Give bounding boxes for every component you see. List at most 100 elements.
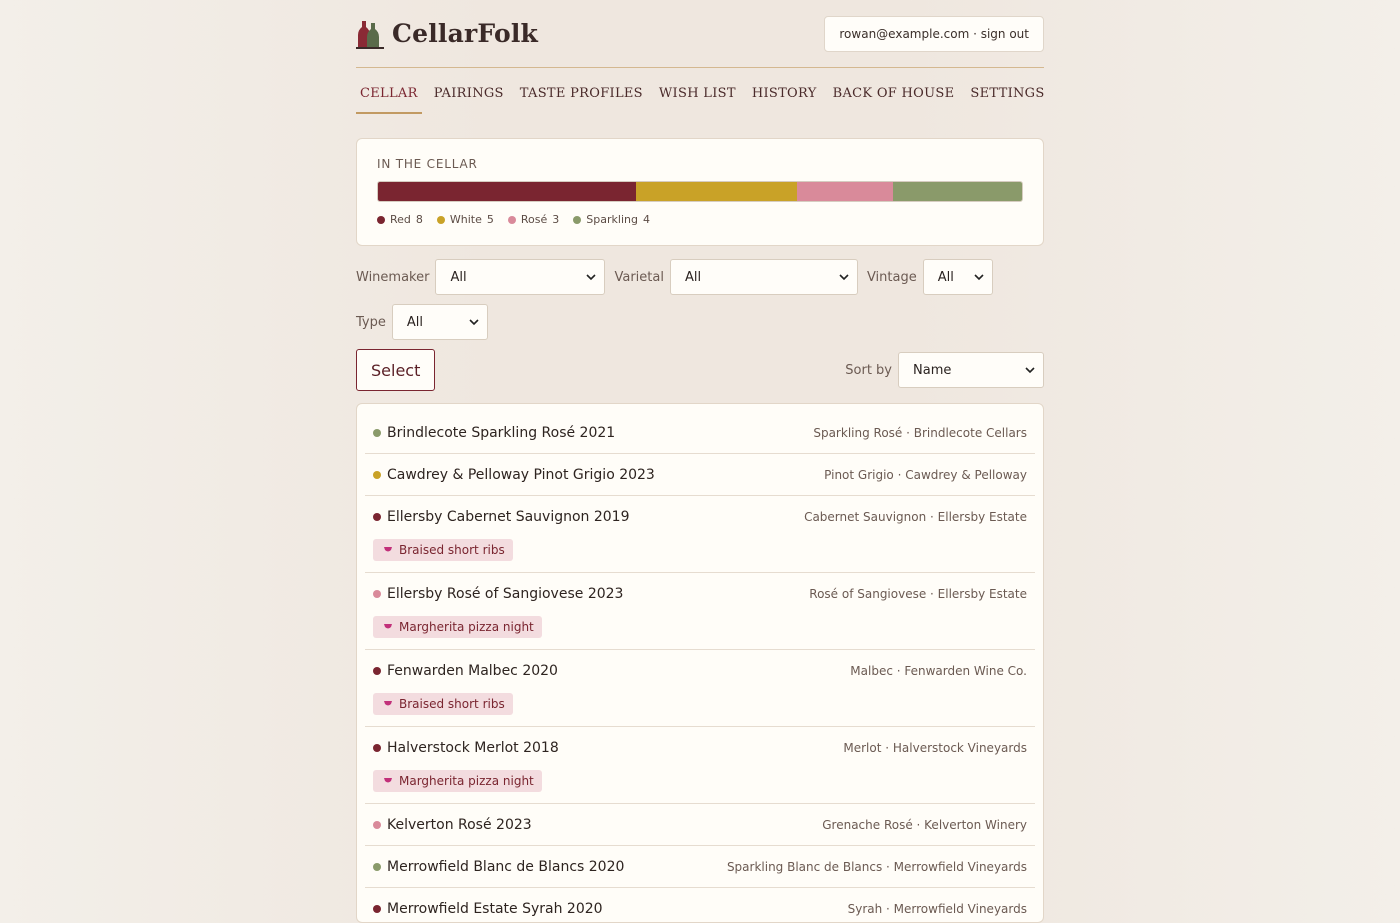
sort-label: Sort by	[845, 362, 892, 378]
type-select[interactable]: All	[391, 304, 488, 340]
legend-label: Sparkling	[586, 213, 638, 226]
legend-count: 5	[486, 213, 494, 226]
wine-glass-icon	[384, 547, 392, 552]
varietal-label: Varietal	[614, 269, 664, 285]
wine-bottles-logo-icon	[356, 20, 384, 49]
chevron-down-icon	[974, 274, 984, 281]
wine-meta: Rosé of Sangiovese · Ellersby Estate	[809, 586, 1027, 601]
wine-row[interactable]: Ellersby Rosé of Sangiovese 2023 Rosé of …	[365, 573, 1035, 650]
wine-name-text: Ellersby Cabernet Sauvignon 2019	[387, 508, 630, 525]
winemaker-value: All	[450, 269, 467, 285]
wine-name-text: Brindlecote Sparkling Rosé 2021	[387, 424, 616, 441]
pairing-tag[interactable]: Margherita pizza night	[373, 616, 542, 638]
wine-type-dot	[373, 512, 381, 521]
legend-item: Rosé 3	[507, 213, 560, 226]
legend-item: Red 8	[377, 213, 423, 226]
header: CellarFolk rowan@example.com · sign out	[356, 0, 1044, 68]
pairing-tag-wrap: Margherita pizza night	[373, 768, 1027, 803]
vintage-select[interactable]: All	[922, 259, 993, 295]
wine-name: Kelverton Rosé 2023	[373, 817, 532, 833]
wine-row-header: Ellersby Rosé of Sangiovese 2023 Rosé of …	[373, 573, 1027, 614]
tab-wish-list[interactable]: WISH LIST	[655, 86, 740, 114]
chevron-down-icon	[469, 319, 479, 326]
tab-pairings[interactable]: PAIRINGS	[430, 86, 508, 114]
wine-type-dot	[373, 428, 381, 437]
account-signout-button[interactable]: rowan@example.com · sign out	[824, 15, 1044, 52]
tab-taste-profiles[interactable]: TASTE PROFILES	[516, 86, 647, 114]
chevron-down-icon	[586, 274, 597, 281]
wine-type-dot	[373, 904, 381, 913]
wine-name-text: Ellersby Rosé of Sangiovese 2023	[387, 585, 624, 602]
pairing-tag-label: Margherita pizza night	[399, 620, 534, 634]
pairing-tag-label: Braised short ribs	[399, 697, 505, 711]
wine-name: Halverstock Merlot 2018	[373, 740, 559, 756]
sort-value: Name	[913, 362, 952, 378]
vintage-label: Vintage	[866, 269, 917, 285]
wine-type-dot	[373, 589, 381, 598]
sort-control: Sort by Name	[845, 352, 1044, 388]
legend-count: 3	[552, 213, 560, 226]
cellar-page: CellarFolk rowan@example.com · sign out …	[356, 0, 1044, 923]
wine-row-header: Fenwarden Malbec 2020 Malbec · Fenwarden …	[373, 650, 1027, 691]
pairing-tag[interactable]: Margherita pizza night	[373, 770, 542, 792]
legend-count: 4	[642, 213, 650, 226]
wine-name-text: Fenwarden Malbec 2020	[387, 662, 558, 679]
wine-row[interactable]: Merrowfield Estate Syrah 2020 Syrah · Mer…	[365, 888, 1035, 922]
wine-name: Merrowfield Estate Syrah 2020	[373, 901, 603, 917]
tab-settings[interactable]: SETTINGS	[966, 86, 1048, 114]
wine-name: Fenwarden Malbec 2020	[373, 663, 558, 679]
wine-name: Cawdrey & Pelloway Pinot Grigio 2023	[373, 467, 655, 483]
tab-history[interactable]: HISTORY	[748, 86, 821, 114]
list-actions: Select Sort by Name	[356, 349, 1044, 391]
wine-row-header: Merrowfield Blanc de Blancs 2020 Sparklin…	[373, 846, 1027, 887]
wine-name-text: Halverstock Merlot 2018	[387, 739, 559, 756]
wine-name-text: Cawdrey & Pelloway Pinot Grigio 2023	[387, 466, 655, 483]
winemaker-label: Winemaker	[356, 269, 430, 285]
wine-name-text: Merrowfield Estate Syrah 2020	[387, 900, 603, 917]
pairing-tag-label: Braised short ribs	[399, 543, 505, 557]
wine-glass-icon	[384, 624, 392, 629]
wine-row[interactable]: Halverstock Merlot 2018 Merlot · Halverst…	[365, 727, 1035, 804]
pairing-tag[interactable]: Braised short ribs	[373, 539, 513, 561]
wine-meta: Malbec · Fenwarden Wine Co.	[850, 663, 1027, 678]
wine-meta: Merlot · Halverstock Vineyards	[843, 740, 1027, 755]
legend-dot	[507, 215, 516, 224]
sort-select[interactable]: Name	[898, 352, 1044, 388]
varietal-select[interactable]: All	[669, 259, 858, 295]
wine-type-dot	[373, 470, 381, 479]
legend-count: 8	[415, 213, 423, 226]
cellar-summary: IN THE CELLAR Red 8 White 5 Rosé 3 Sparkling 4	[356, 138, 1044, 246]
wine-name: Ellersby Rosé of Sangiovese 2023	[373, 586, 623, 602]
summary-title: IN THE CELLAR	[377, 157, 478, 171]
wine-row[interactable]: Brindlecote Sparkling Rosé 2021 Sparkling…	[365, 412, 1035, 454]
wine-meta: Pinot Grigio · Cawdrey & Pelloway	[824, 467, 1027, 482]
wine-row[interactable]: Cawdrey & Pelloway Pinot Grigio 2023 Pino…	[365, 454, 1035, 496]
wine-name-text: Merrowfield Blanc de Blancs 2020	[387, 858, 625, 875]
bar-segment-red	[378, 182, 636, 201]
wine-row[interactable]: Merrowfield Blanc de Blancs 2020 Sparklin…	[365, 846, 1035, 888]
legend-item: White 5	[436, 213, 494, 226]
legend-label: Rosé	[520, 213, 548, 226]
pairing-tag[interactable]: Braised short ribs	[373, 693, 513, 715]
winemaker-select[interactable]: All	[435, 259, 606, 295]
vintage-filter: Vintage All	[867, 259, 993, 295]
tab-back-of-house[interactable]: BACK OF HOUSE	[829, 86, 959, 114]
wine-row[interactable]: Ellersby Cabernet Sauvignon 2019 Cabernet…	[365, 496, 1035, 573]
filters: Winemaker All Varietal All Vintage All T…	[356, 259, 1044, 340]
brand[interactable]: CellarFolk	[356, 19, 538, 49]
wine-row[interactable]: Kelverton Rosé 2023 Grenache Rosé · Kelve…	[365, 804, 1035, 846]
type-value: All	[406, 314, 423, 330]
legend-dot	[377, 215, 385, 224]
wine-row[interactable]: Fenwarden Malbec 2020 Malbec · Fenwarden …	[365, 650, 1035, 727]
wine-name-text: Kelverton Rosé 2023	[387, 816, 532, 833]
wine-name: Brindlecote Sparkling Rosé 2021	[373, 425, 615, 441]
tab-cellar[interactable]: CELLAR	[356, 86, 422, 114]
type-label: Type	[356, 314, 386, 330]
cellar-composition-bar	[377, 181, 1023, 202]
bar-segment-rosé	[796, 182, 894, 201]
select-button[interactable]: Select	[356, 349, 436, 391]
wine-type-dot	[373, 743, 381, 752]
wine-meta: Grenache Rosé · Kelverton Winery	[822, 817, 1027, 832]
legend-item: Sparkling 4	[573, 213, 650, 226]
type-filter: Type All	[356, 304, 488, 340]
